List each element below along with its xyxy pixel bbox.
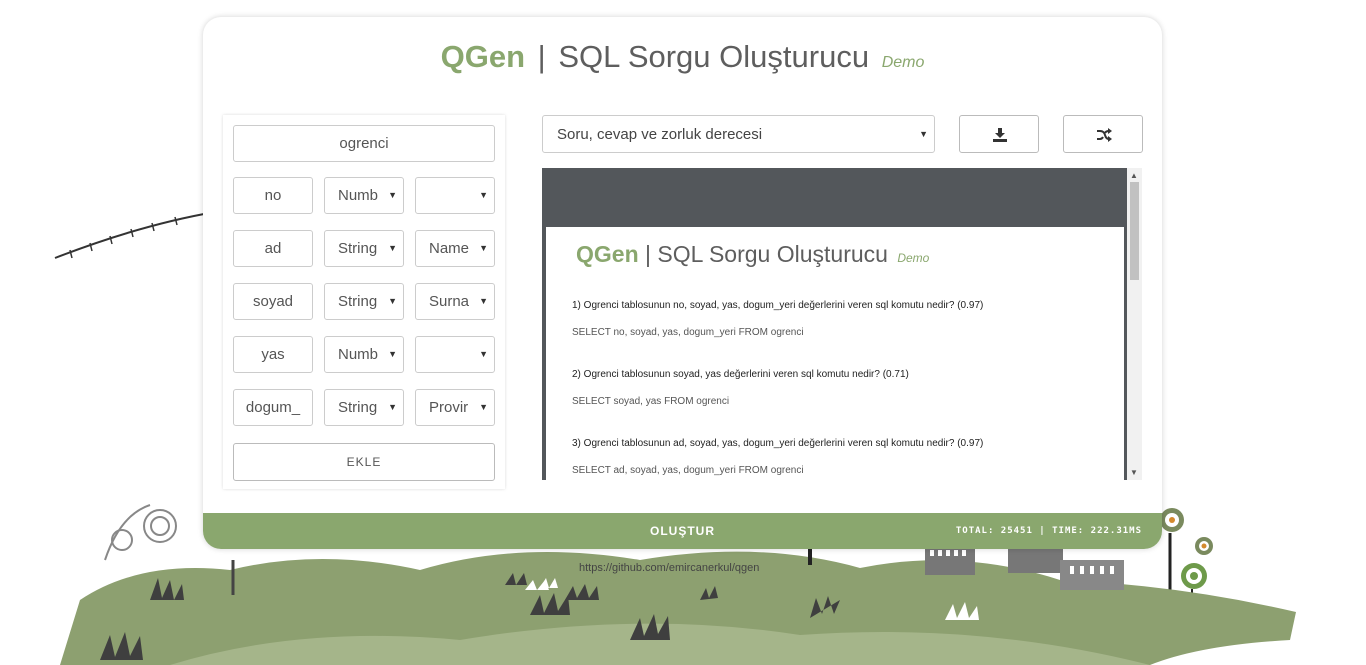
app-subtitle: SQL Sorgu Oluşturucu (558, 39, 870, 74)
question-text: 2) Ogrenci tablosunun soyad, yas değerle… (572, 369, 909, 380)
chevron-down-icon: ▼ (388, 402, 397, 412)
scrollbar-thumb[interactable] (1130, 182, 1139, 280)
field-generator-select[interactable]: Provir ▼ (415, 389, 495, 426)
field-type-select[interactable]: String ▼ (324, 230, 404, 267)
chevron-down-icon: ▼ (479, 243, 488, 253)
preview-demo-badge: Demo (897, 251, 930, 265)
field-name-input[interactable] (233, 177, 313, 214)
add-field-button[interactable]: EKLE (233, 443, 495, 481)
preview-title: QGen | SQL Sorgu Oluşturucu Demo (576, 241, 929, 268)
chevron-down-icon: ▼ (479, 349, 488, 359)
field-generator-value: Name (429, 240, 470, 257)
schema-form: Numb ▼ ▼ String ▼ Name ▼ String ▼ Surna ▼ Num… (223, 115, 505, 489)
field-name-input[interactable] (233, 283, 313, 320)
field-type-value: String (338, 240, 378, 257)
field-generator-select[interactable]: ▼ (415, 177, 495, 214)
chevron-down-icon: ▼ (919, 129, 928, 139)
chevron-down-icon: ▼ (388, 190, 397, 200)
field-row: Numb ▼ ▼ (233, 177, 495, 214)
shuffle-icon (1097, 128, 1112, 142)
preview-subtitle: SQL Sorgu Oluşturucu (657, 241, 888, 267)
footer-bar: OLUŞTUR TOTAL: 25451 | TIME: 222.31MS (203, 513, 1162, 549)
title-separator: | (537, 39, 546, 74)
field-generator-value: Provir (429, 399, 469, 416)
chevron-down-icon: ▼ (388, 349, 397, 359)
output-mode-select[interactable]: Soru, cevap ve zorluk derecesi ▼ (542, 115, 935, 153)
download-button[interactable] (959, 115, 1039, 153)
download-icon (993, 128, 1007, 142)
chevron-down-icon: ▼ (388, 296, 397, 306)
field-name-input[interactable] (233, 336, 313, 373)
main-card: QGen | SQL Sorgu Oluşturucu Demo Numb ▼ ▼… (203, 17, 1162, 549)
chevron-down-icon: ▼ (388, 243, 397, 253)
field-generator-select[interactable]: Name ▼ (415, 230, 495, 267)
preview-scrollbar[interactable]: ▲ ▼ (1127, 168, 1142, 480)
scroll-up-icon[interactable]: ▲ (1130, 171, 1138, 180)
question-text: 1) Ogrenci tablosunun no, soyad, yas, do… (572, 300, 984, 311)
field-generator-select[interactable]: Surna ▼ (415, 283, 495, 320)
chevron-down-icon: ▼ (479, 402, 488, 412)
demo-badge: Demo (881, 54, 925, 71)
field-row: String ▼ Name ▼ (233, 230, 495, 267)
field-type-select[interactable]: String ▼ (324, 283, 404, 320)
chevron-down-icon: ▼ (479, 296, 488, 306)
field-name-input[interactable] (233, 230, 313, 267)
preview-brand: QGen (576, 241, 639, 267)
preview-separator: | (645, 241, 651, 267)
table-name-input[interactable] (233, 125, 495, 162)
field-row: String ▼ Provir ▼ (233, 389, 495, 426)
stats-readout: TOTAL: 25451 | TIME: 222.31MS (955, 526, 1142, 536)
field-generator-value: Surna (429, 293, 470, 310)
field-type-value: String (338, 293, 378, 310)
pdf-preview[interactable]: QGen | SQL Sorgu Oluşturucu Demo 1) Ogre… (542, 168, 1142, 480)
page-title: QGen | SQL Sorgu Oluşturucu Demo (203, 39, 1162, 75)
brand-name: QGen (440, 39, 526, 74)
field-type-value: String (338, 399, 378, 416)
field-type-select[interactable]: String ▼ (324, 389, 404, 426)
answer-text: SELECT no, soyad, yas, dogum_yeri FROM o… (572, 327, 804, 338)
field-name-input[interactable] (233, 389, 313, 426)
field-type-select[interactable]: Numb ▼ (324, 336, 404, 373)
scroll-down-icon[interactable]: ▼ (1130, 468, 1138, 477)
field-type-value: Numb (338, 346, 379, 363)
preview-page: QGen | SQL Sorgu Oluşturucu Demo 1) Ogre… (546, 227, 1124, 480)
field-type-value: Numb (338, 187, 379, 204)
output-mode-value: Soru, cevap ve zorluk derecesi (557, 126, 763, 143)
question-text: 3) Ogrenci tablosunun ad, soyad, yas, do… (572, 438, 984, 449)
github-link[interactable]: https://github.com/emircanerkul/qgen (579, 562, 759, 574)
chevron-down-icon: ▼ (479, 190, 488, 200)
field-generator-select[interactable]: ▼ (415, 336, 495, 373)
field-type-select[interactable]: Numb ▼ (324, 177, 404, 214)
shuffle-button[interactable] (1063, 115, 1143, 153)
answer-text: SELECT ad, soyad, yas, dogum_yeri FROM o… (572, 465, 804, 476)
field-row: String ▼ Surna ▼ (233, 283, 495, 320)
field-row: Numb ▼ ▼ (233, 336, 495, 373)
answer-text: SELECT soyad, yas FROM ogrenci (572, 396, 730, 407)
